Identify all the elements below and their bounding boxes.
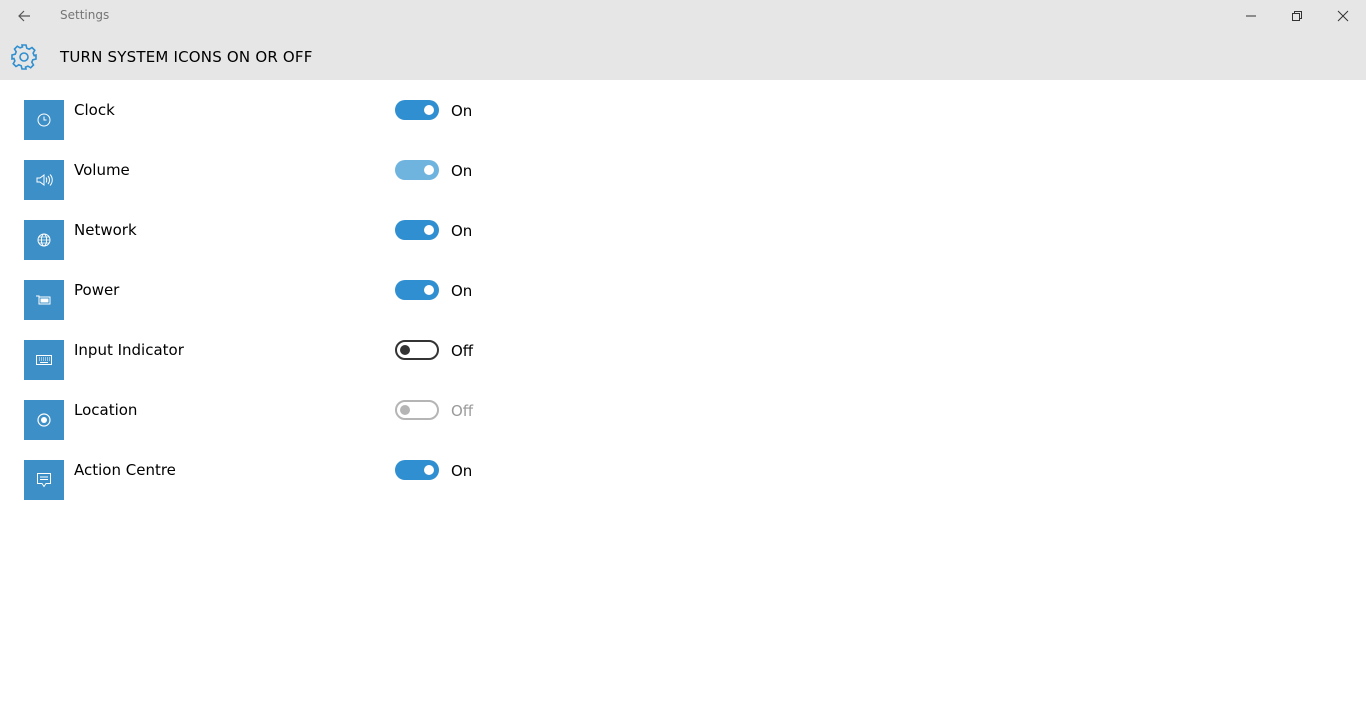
clock-icon: [24, 100, 64, 140]
page-title: TURN SYSTEM ICONS ON OR OFF: [60, 48, 313, 66]
page-header: TURN SYSTEM ICONS ON OR OFF: [0, 32, 1366, 80]
network-toggle[interactable]: [395, 220, 439, 240]
setting-row-volume: Volume On: [24, 160, 524, 200]
power-toggle[interactable]: [395, 280, 439, 300]
restore-button[interactable]: [1274, 0, 1320, 32]
toggle-state: On: [451, 282, 473, 300]
minimize-button[interactable]: [1228, 0, 1274, 32]
setting-label: Action Centre: [74, 461, 176, 479]
volume-icon: [24, 160, 64, 200]
toggle-state: On: [451, 102, 473, 120]
window-title: Settings: [60, 8, 110, 22]
action-centre-icon: [24, 460, 64, 500]
toggle-state: On: [451, 222, 473, 240]
setting-row-action-centre: Action Centre On: [24, 460, 524, 500]
minimize-icon: [1246, 15, 1256, 17]
toggle-state: On: [451, 162, 473, 180]
setting-label: Volume: [74, 161, 130, 179]
setting-label: Power: [74, 281, 120, 299]
power-icon: [24, 280, 64, 320]
setting-row-input-indicator: Input Indicator Off: [24, 340, 524, 380]
volume-toggle[interactable]: [395, 160, 439, 180]
clock-toggle[interactable]: [395, 100, 439, 120]
close-button[interactable]: [1320, 0, 1366, 32]
location-icon: [24, 400, 64, 440]
back-button[interactable]: [8, 0, 40, 32]
action-centre-toggle[interactable]: [395, 460, 439, 480]
setting-row-clock: Clock On: [24, 100, 524, 140]
toggle-state: On: [451, 462, 473, 480]
gear-icon: [11, 44, 37, 70]
keyboard-icon: [24, 340, 64, 380]
setting-row-location: Location Off: [24, 400, 524, 440]
network-icon: [24, 220, 64, 260]
setting-row-power: Power On: [24, 280, 524, 320]
title-bar: Settings: [0, 0, 1366, 32]
toggle-state: Off: [451, 342, 474, 360]
location-toggle[interactable]: [395, 400, 439, 420]
setting-label: Clock: [74, 101, 115, 119]
setting-label: Location: [74, 401, 138, 419]
restore-icon: [1292, 11, 1302, 21]
input-indicator-toggle[interactable]: [395, 340, 439, 360]
back-arrow-icon: [18, 10, 30, 22]
setting-label: Network: [74, 221, 137, 239]
close-icon: [1337, 10, 1349, 22]
setting-label: Input Indicator: [74, 341, 184, 359]
setting-row-network: Network On: [24, 220, 524, 260]
toggle-state: Off: [451, 402, 474, 420]
